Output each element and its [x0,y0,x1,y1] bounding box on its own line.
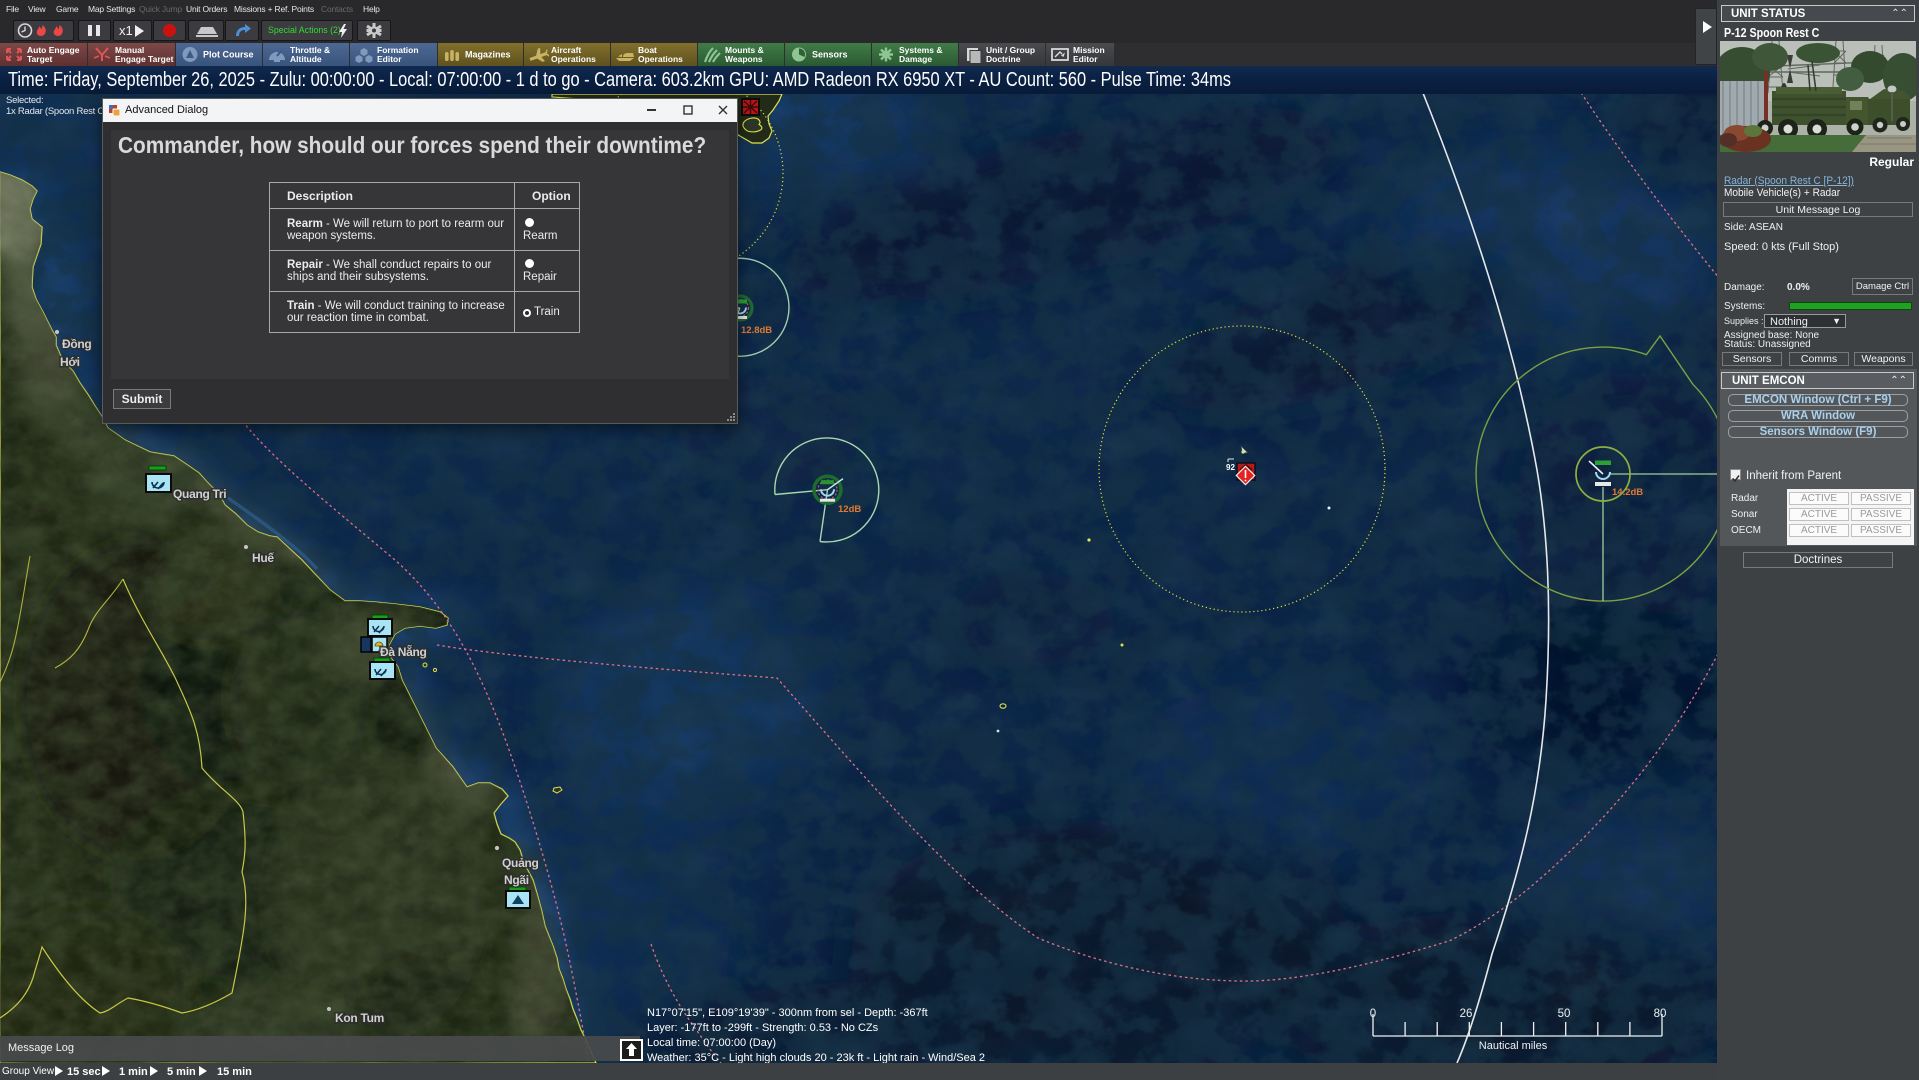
svg-text:12.8dB: 12.8dB [741,325,772,336]
svg-text:Quang Tri: Quang Tri [173,487,226,501]
svg-text:Quảng: Quảng [502,856,539,870]
svg-text:Ngãi: Ngãi [504,873,529,887]
svg-text:0: 0 [1370,1008,1376,1020]
svg-text:12dB: 12dB [838,504,861,515]
svg-text:Hới: Hới [60,355,80,369]
svg-text:26: 26 [1460,1008,1473,1020]
svg-text:80: 80 [1654,1008,1667,1020]
svg-text:92: 92 [1226,463,1235,472]
svg-text:Đồng: Đồng [62,337,91,351]
svg-text:Đà Nẵng: Đà Nẵng [380,644,427,659]
svg-text:Nautical miles: Nautical miles [1479,1040,1548,1052]
svg-text:Kon Tum: Kon Tum [335,1011,384,1025]
svg-text:Huế: Huế [252,551,274,565]
svg-text:50: 50 [1558,1008,1571,1020]
svg-text:14.2dB: 14.2dB [1612,487,1643,498]
